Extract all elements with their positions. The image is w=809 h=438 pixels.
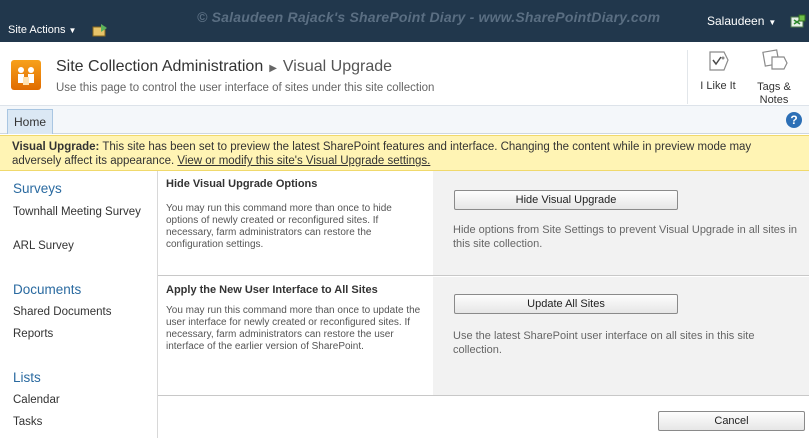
status-label: Visual Upgrade: xyxy=(12,141,100,153)
nav-heading-surveys[interactable]: Surveys xyxy=(13,181,62,196)
section-description: You may run this command more than once … xyxy=(166,305,421,352)
tags-notes-icon xyxy=(762,49,788,70)
main-content: Hide Visual Upgrade Options You may run … xyxy=(157,171,809,438)
top-navigation-bar: Home ? xyxy=(0,106,809,134)
user-menu[interactable]: Salaudeen ▼ xyxy=(707,14,776,28)
thumbs-up-tag-icon xyxy=(709,51,729,71)
nav-item-calendar[interactable]: Calendar xyxy=(13,394,143,407)
nav-item-tasks[interactable]: Tasks xyxy=(13,416,143,429)
hide-visual-upgrade-button[interactable]: Hide Visual Upgrade xyxy=(454,190,678,210)
page-title-current: Visual Upgrade xyxy=(282,58,393,75)
section-action-panel: Update All Sites Use the latest SharePoi… xyxy=(433,277,809,395)
watermark-text: © Salaudeen Rajack's SharePoint Diary - … xyxy=(197,9,661,25)
tags-label-1: Tags & xyxy=(757,81,791,93)
visual-upgrade-settings-link[interactable]: View or modify this site's Visual Upgrad… xyxy=(177,155,430,167)
i-like-it-label: I Like It xyxy=(700,80,736,92)
chevron-down-icon: ▼ xyxy=(768,18,777,27)
tags-and-notes-button[interactable]: Tags & Notes xyxy=(748,48,800,107)
status-bar: Visual Upgrade: This site has been set t… xyxy=(0,135,809,171)
apply-new-ui-section: Apply the New User Interface to All Site… xyxy=(158,277,809,396)
section-title: Hide Visual Upgrade Options xyxy=(166,178,318,190)
cancel-button[interactable]: Cancel xyxy=(658,411,805,431)
page-description: Use this page to control the user interf… xyxy=(56,82,435,94)
presence-icon[interactable] xyxy=(790,14,806,30)
divider xyxy=(687,50,688,104)
quick-launch: Surveys Townhall Meeting Survey ARL Surv… xyxy=(0,171,157,438)
section-description-panel: Hide Visual Upgrade Options You may run … xyxy=(158,171,433,275)
nav-item-arl-survey[interactable]: ARL Survey xyxy=(13,240,143,253)
nav-item-shared-documents[interactable]: Shared Documents xyxy=(13,306,143,319)
button-description: Hide options from Site Settings to preve… xyxy=(453,224,798,250)
i-like-it-button[interactable]: I Like It xyxy=(694,48,742,92)
update-all-sites-button[interactable]: Update All Sites xyxy=(454,294,678,314)
navigate-up-icon[interactable] xyxy=(92,23,108,37)
button-description: Use the latest SharePoint user interface… xyxy=(453,330,755,356)
breadcrumb-separator-icon: ▶ xyxy=(269,63,277,74)
nav-item-townhall-survey[interactable]: Townhall Meeting Survey xyxy=(13,206,143,219)
nav-heading-lists[interactable]: Lists xyxy=(13,370,41,385)
site-actions-menu[interactable]: Site Actions ▼ xyxy=(8,24,76,36)
help-icon[interactable]: ? xyxy=(786,112,802,128)
tab-home[interactable]: Home xyxy=(7,109,54,134)
chevron-down-icon: ▼ xyxy=(68,26,77,35)
section-title: Apply the New User Interface to All Site… xyxy=(166,284,378,296)
page-title: Site Collection Administration ▶ Visual Up… xyxy=(56,58,392,76)
user-name: Salaudeen xyxy=(707,14,765,28)
breadcrumb-site-collection-admin[interactable]: Site Collection Administration xyxy=(56,58,263,75)
section-action-panel: Hide Visual Upgrade Hide options from Si… xyxy=(433,171,809,275)
section-description-panel: Apply the New User Interface to All Site… xyxy=(158,277,433,395)
site-actions-label: Site Actions xyxy=(8,24,66,36)
section-description: You may run this command more than once … xyxy=(166,203,392,250)
nav-item-reports[interactable]: Reports xyxy=(13,328,143,341)
title-area: Site Collection Administration ▶ Visual Up… xyxy=(0,42,809,106)
nav-heading-documents[interactable]: Documents xyxy=(13,282,81,297)
hide-visual-upgrade-section: Hide Visual Upgrade Options You may run … xyxy=(158,171,809,276)
top-ribbon-bar: Site Actions ▼ © Salaudeen Rajack's Share… xyxy=(0,0,809,42)
site-logo-icon xyxy=(11,60,41,90)
